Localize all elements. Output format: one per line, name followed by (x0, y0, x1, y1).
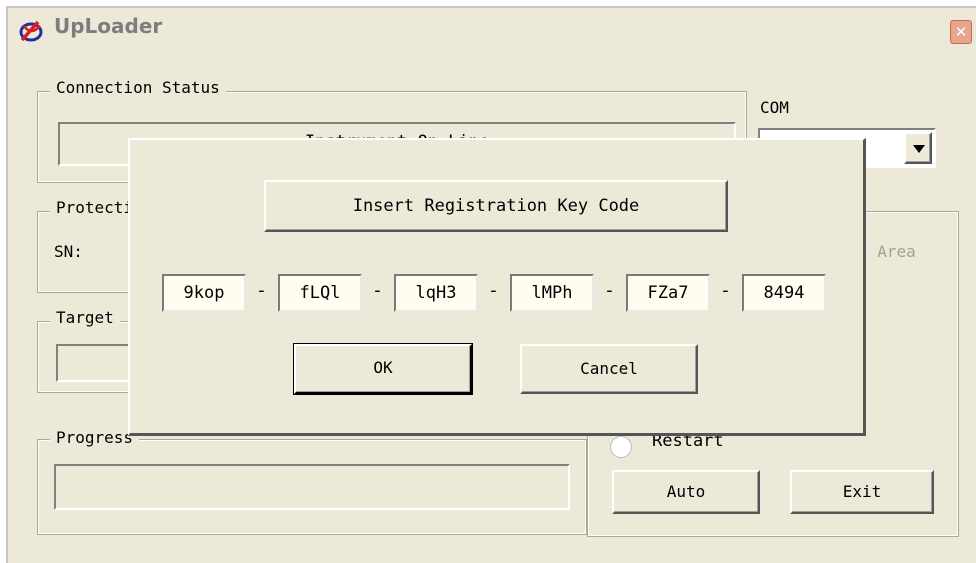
sn-label: SN: (54, 242, 83, 261)
registration-dialog: Insert Registration Key Code 9kop - fLQl… (128, 138, 866, 436)
app-logo-icon (19, 20, 43, 42)
key-separator: - (256, 280, 267, 301)
progress-legend: Progress (50, 428, 140, 447)
com-label: COM (760, 98, 789, 117)
key-field-5[interactable]: FZa7 (626, 274, 710, 312)
com-dropdown-button[interactable] (904, 132, 932, 164)
window-title: UpLoader (54, 14, 163, 38)
target-field (56, 344, 136, 382)
key-separator: - (488, 280, 499, 301)
key-separator: - (720, 280, 731, 301)
key-field-2[interactable]: fLQl (278, 274, 362, 312)
key-field-3[interactable]: lqH3 (394, 274, 478, 312)
cancel-button[interactable]: Cancel (520, 344, 698, 394)
key-separator: - (372, 280, 383, 301)
progress-bar (54, 464, 570, 510)
target-legend: Target (50, 308, 120, 327)
key-field-1[interactable]: 9kop (162, 274, 246, 312)
restart-radio[interactable] (610, 436, 632, 458)
connection-status-legend: Connection Status (50, 78, 226, 97)
key-separator: - (604, 280, 615, 301)
close-button[interactable]: ✕ (950, 20, 972, 44)
key-field-4[interactable]: lMPh (510, 274, 594, 312)
area-label: t Area (858, 242, 916, 261)
chevron-down-icon (913, 145, 925, 153)
key-field-6[interactable]: 8494 (742, 274, 826, 312)
insert-key-button[interactable]: Insert Registration Key Code (264, 180, 728, 232)
auto-button[interactable]: Auto (612, 470, 760, 514)
exit-button[interactable]: Exit (790, 470, 934, 514)
ok-button[interactable]: OK (293, 343, 473, 395)
